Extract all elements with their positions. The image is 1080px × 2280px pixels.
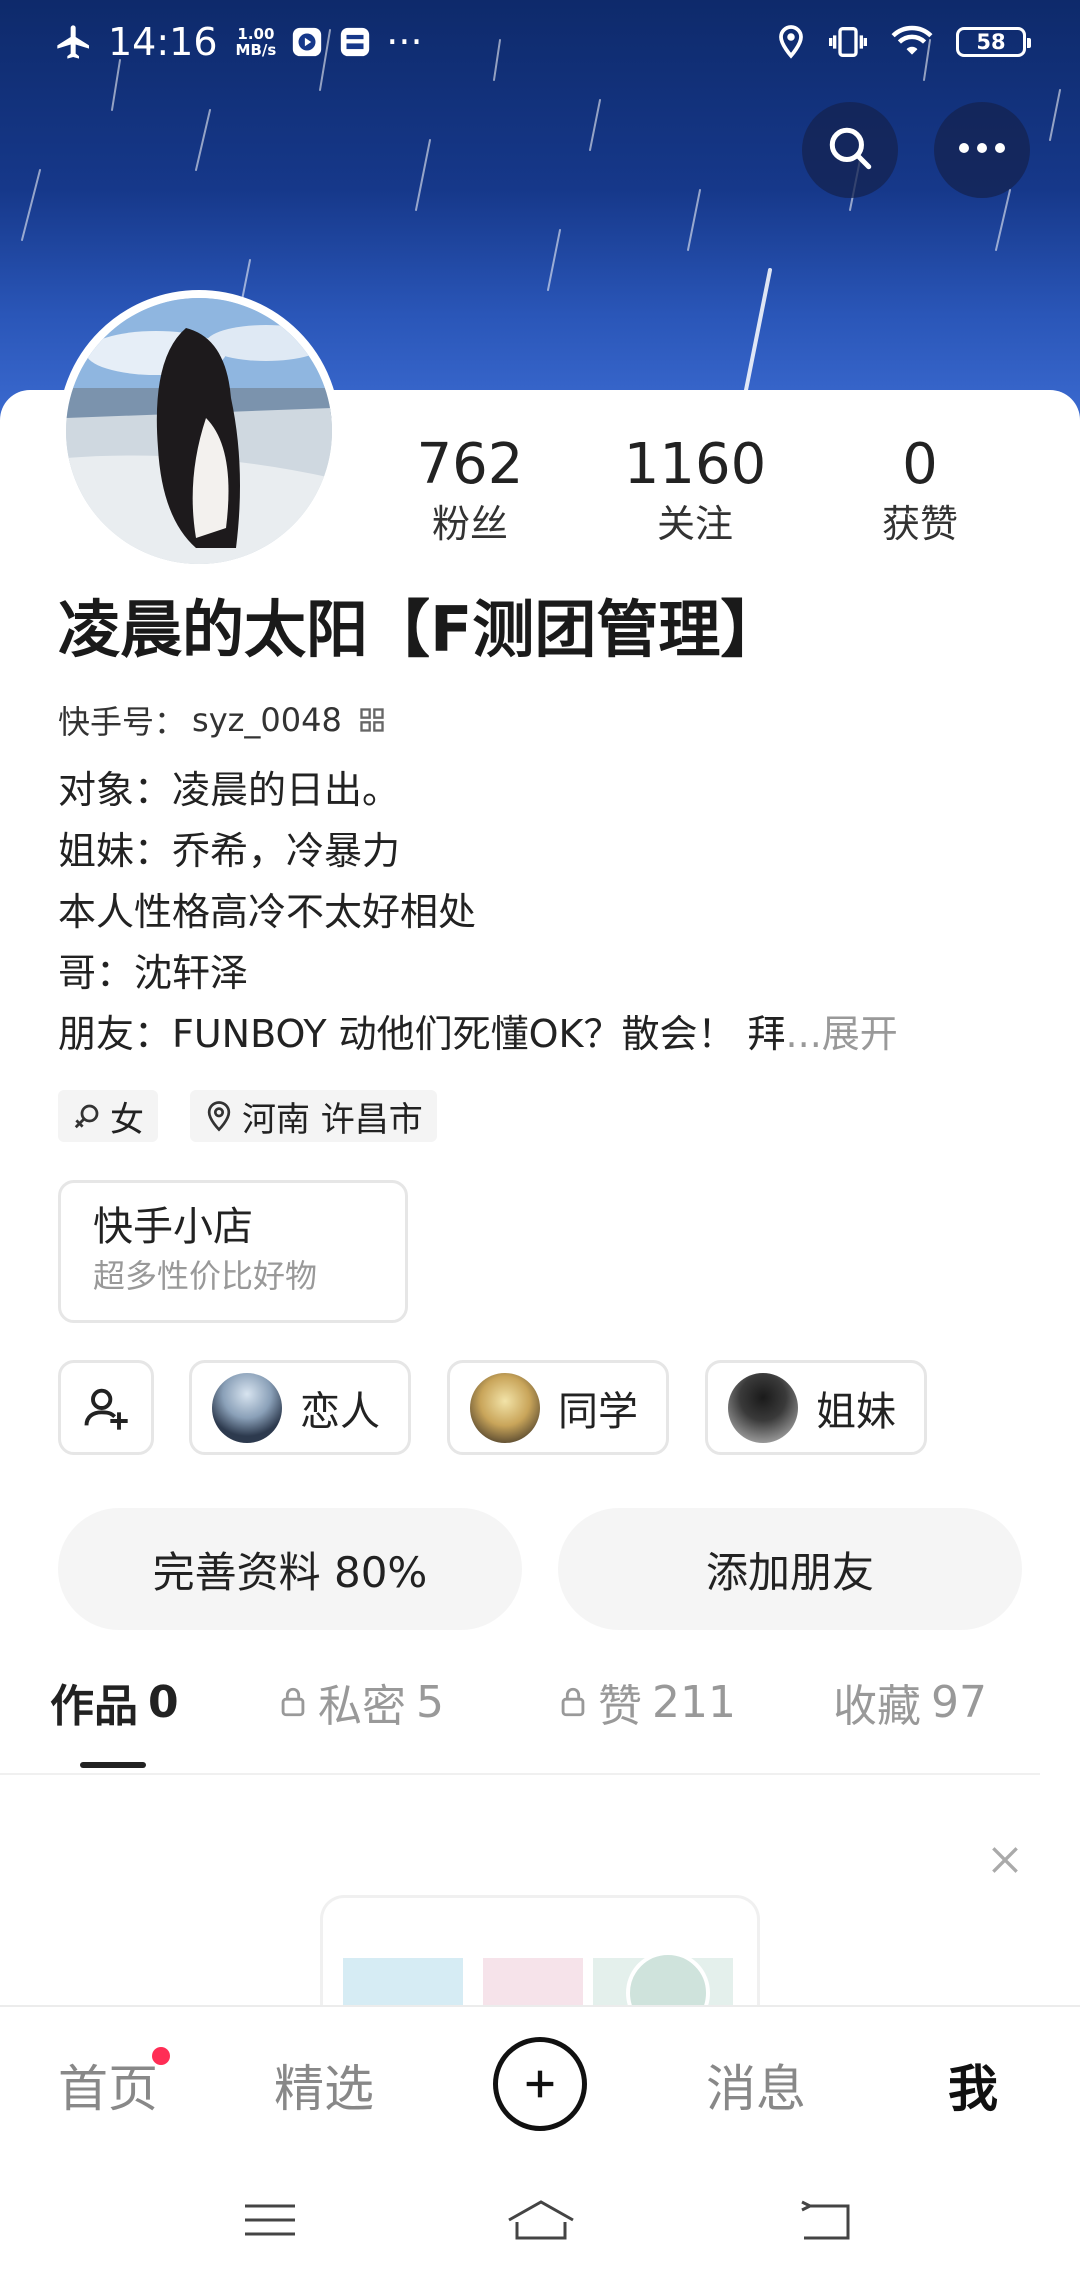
status-time: 14:16 — [108, 20, 218, 64]
wifi-icon — [890, 24, 934, 60]
active-tab-indicator — [80, 1762, 146, 1768]
system-navigation-bar — [0, 2160, 1080, 2280]
tab-favorites[interactable]: 收藏 97 — [833, 1670, 987, 1734]
nav-label: 首页 — [58, 2059, 158, 2118]
tabs-divider — [0, 1773, 1040, 1775]
gender-tag: 女 — [58, 1090, 158, 1142]
gender-female-icon — [72, 1101, 102, 1131]
tab-label: 作品 — [50, 1681, 138, 1732]
complete-profile-button[interactable]: 完善资料 80% — [58, 1508, 522, 1630]
profile-avatar[interactable] — [58, 290, 340, 572]
more-button[interactable] — [934, 102, 1030, 198]
bio-line: 本人性格高冷不太好相处 — [58, 890, 477, 934]
relation-chip-lover[interactable]: 恋人 — [189, 1360, 411, 1455]
vibrate-icon — [828, 24, 868, 60]
location-tag: 河南 许昌市 — [190, 1090, 437, 1142]
profile-name: 凌晨的太阳【F测团管理】 — [58, 593, 783, 666]
bio-line: 哥：沈轩泽 — [58, 951, 249, 995]
tab-private[interactable]: 私密 5 — [278, 1670, 444, 1734]
stat-likes[interactable]: 0 获赞 — [820, 430, 1020, 548]
relation-avatar — [470, 1372, 540, 1443]
nav-featured[interactable]: 精选 — [274, 2007, 374, 2162]
likes-count: 0 — [902, 432, 938, 497]
nav-home[interactable]: 首页 — [58, 2007, 158, 2162]
nav-label: 精选 — [274, 2059, 374, 2118]
relation-label: 恋人 — [300, 1388, 380, 1435]
relation-label: 同学 — [558, 1388, 638, 1435]
tab-label: 私密 — [318, 1681, 406, 1732]
profile-bio[interactable]: 对象：凌晨的日出。 姐妹：乔希，冷暴力 本人性格高冷不太好相处 哥：沈轩泽 朋友… — [58, 760, 1038, 1065]
location-pin-icon — [204, 1100, 234, 1132]
relation-avatar — [728, 1372, 798, 1443]
search-icon — [825, 123, 875, 177]
relation-chip-sister[interactable]: 姐妹 — [705, 1360, 927, 1455]
kuaishou-id[interactable]: 快手号： syz_0048 — [58, 697, 386, 743]
play-icon — [290, 25, 324, 59]
tab-count: 5 — [416, 1676, 444, 1728]
battery-level: 58 — [976, 30, 1006, 54]
tab-works[interactable]: 作品 0 — [50, 1670, 179, 1734]
bio-ellipsis: ... — [785, 1012, 822, 1056]
shop-subtitle: 超多性价比好物 — [93, 1257, 318, 1295]
stat-followers[interactable]: 762 粉丝 — [370, 430, 570, 548]
create-button[interactable] — [493, 2037, 587, 2131]
tab-liked[interactable]: 赞 211 — [558, 1670, 736, 1734]
bio-line: 对象：凌晨的日出。 — [58, 768, 401, 812]
network-speed: 1.00 MB/s — [236, 26, 277, 58]
status-bar: 14:16 1.00 MB/s ··· 58 — [0, 0, 1080, 84]
stat-following[interactable]: 1160 关注 — [595, 430, 795, 548]
tab-count: 211 — [652, 1676, 736, 1728]
gender-label: 女 — [110, 1099, 144, 1140]
battery-indicator: 58 — [956, 27, 1031, 57]
add-friend-button[interactable]: 添加朋友 — [558, 1508, 1022, 1630]
shop-title: 快手小店 — [93, 1204, 253, 1250]
nav-me[interactable]: 我 — [948, 2007, 998, 2162]
status-more: ··· — [386, 20, 423, 64]
likes-label: 获赞 — [881, 502, 958, 546]
nav-messages[interactable]: 消息 — [706, 2007, 806, 2162]
lock-icon — [558, 1685, 588, 1719]
add-person-icon — [80, 1382, 132, 1434]
followers-label: 粉丝 — [431, 502, 508, 546]
airplane-mode-icon — [54, 22, 94, 62]
search-button[interactable] — [802, 102, 898, 198]
menu-icon[interactable] — [240, 2190, 300, 2250]
tab-label: 收藏 — [833, 1681, 921, 1732]
location-icon — [776, 24, 806, 60]
tab-label: 赞 — [598, 1681, 642, 1732]
kuaishou-id-label: 快手号： — [58, 703, 187, 741]
nav-label: 我 — [948, 2059, 998, 2118]
bio-line-text: 朋友：FUNBOY 动他们死懂OK？散会！ 拜 — [58, 1012, 786, 1056]
bio-expand-link[interactable]: 展开 — [822, 1012, 898, 1056]
followers-count: 762 — [416, 432, 524, 497]
plus-icon — [520, 2064, 560, 2104]
tab-count: 0 — [148, 1676, 179, 1728]
qr-code-icon[interactable] — [358, 706, 386, 734]
more-horizontal-icon — [954, 138, 1010, 162]
tab-count: 97 — [931, 1676, 987, 1728]
notification-badge — [152, 2047, 170, 2065]
bio-line-last: 朋友：FUNBOY 动他们死懂OK？散会！ 拜...展开 — [58, 1004, 1038, 1065]
content-tabs: 作品 0 私密 5 赞 211 收藏 97 — [0, 1670, 1080, 1770]
add-relation-button[interactable] — [58, 1360, 154, 1455]
close-icon[interactable] — [985, 1840, 1025, 1880]
bio-line: 姐妹：乔希，冷暴力 — [58, 829, 401, 873]
relation-label: 姐妹 — [816, 1388, 896, 1435]
home-icon[interactable] — [505, 2190, 577, 2250]
back-icon[interactable] — [795, 2190, 855, 2250]
kuaishou-id-value: syz_0048 — [192, 701, 342, 739]
location-label: 河南 许昌市 — [242, 1099, 423, 1140]
shop-card[interactable]: 快手小店 超多性价比好物 — [58, 1180, 408, 1323]
following-count: 1160 — [623, 432, 767, 497]
bottom-nav: 首页 精选 消息 我 — [0, 2005, 1080, 2160]
relation-avatar — [212, 1372, 282, 1443]
card-icon — [338, 25, 372, 59]
relation-chip-classmate[interactable]: 同学 — [447, 1360, 669, 1455]
following-label: 关注 — [656, 502, 733, 546]
lock-icon — [278, 1685, 308, 1719]
network-speed-unit: MB/s — [235, 41, 277, 59]
nav-label: 消息 — [706, 2059, 806, 2118]
promo-card[interactable] — [320, 1895, 760, 2005]
